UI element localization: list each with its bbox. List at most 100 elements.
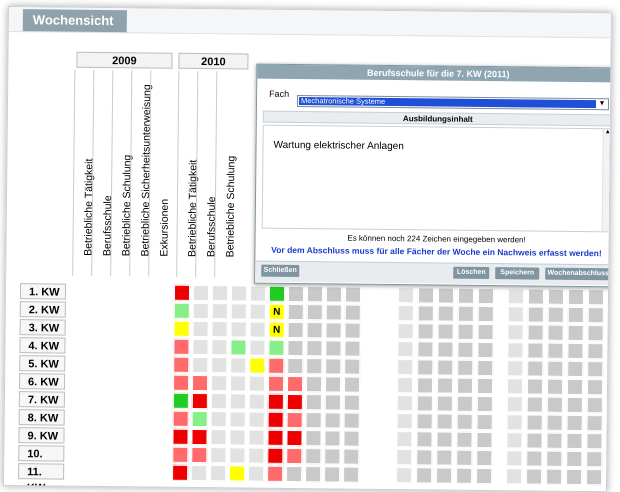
week-cell[interactable] [287, 357, 304, 375]
week-cell[interactable] [248, 375, 266, 392]
week-cell[interactable] [526, 432, 543, 449]
week-cell[interactable] [268, 357, 285, 374]
week-cell[interactable] [547, 288, 565, 305]
week-cell[interactable] [457, 341, 474, 358]
week-cell[interactable] [477, 323, 494, 341]
week-cell[interactable] [324, 448, 341, 465]
week-cell[interactable] [230, 303, 247, 320]
week-cell[interactable] [192, 338, 209, 356]
week-cell[interactable] [173, 338, 190, 355]
week-cell[interactable] [173, 302, 190, 319]
week-cell[interactable] [191, 464, 208, 482]
week-cell[interactable] [547, 342, 564, 359]
week-cell[interactable] [306, 358, 323, 375]
week-cell[interactable] [506, 468, 523, 485]
week-cell[interactable] [210, 429, 227, 446]
week-cell[interactable] [506, 432, 523, 449]
week-cell[interactable] [477, 305, 494, 323]
week-cell[interactable] [586, 433, 603, 450]
week-cell[interactable] [437, 305, 454, 322]
week-cell[interactable] [416, 395, 433, 412]
week-cell[interactable] [211, 321, 228, 338]
week-cell[interactable] [417, 305, 434, 322]
week-cell[interactable] [416, 449, 433, 466]
week-cell[interactable] [229, 375, 247, 392]
week-cell[interactable] [325, 322, 342, 339]
week-cell[interactable] [211, 285, 229, 302]
week-cell[interactable]: N [268, 303, 285, 320]
week-cell[interactable] [191, 410, 208, 428]
finish-week-button[interactable]: Wochenabschluss [545, 267, 612, 281]
week-cell[interactable] [287, 321, 304, 339]
week-cell[interactable] [566, 432, 583, 450]
week-label[interactable]: 9. KW [18, 427, 65, 444]
week-cell[interactable] [249, 321, 266, 338]
week-cell[interactable] [397, 359, 414, 376]
week-cell[interactable] [210, 411, 227, 428]
week-cell[interactable] [586, 469, 603, 486]
week-cell[interactable] [546, 414, 563, 431]
week-cell[interactable] [546, 468, 563, 485]
week-cell[interactable] [397, 287, 415, 304]
week-cell[interactable] [230, 357, 247, 374]
week-cell[interactable] [527, 360, 544, 377]
week-cell[interactable] [210, 447, 227, 464]
week-cell[interactable] [477, 359, 494, 377]
week-cell[interactable] [567, 306, 584, 324]
week-cell[interactable] [477, 341, 494, 359]
week-cell[interactable] [396, 413, 413, 430]
week-cell[interactable] [547, 306, 564, 323]
week-cell[interactable] [324, 394, 341, 411]
week-cell[interactable] [437, 359, 454, 376]
week-cell[interactable] [457, 305, 474, 322]
week-cell[interactable] [267, 447, 284, 464]
week-cell[interactable] [586, 415, 603, 432]
week-label[interactable]: 10. KW [18, 445, 65, 476]
week-cell[interactable] [567, 324, 584, 342]
week-cell[interactable] [506, 396, 523, 413]
week-cell[interactable] [305, 466, 322, 483]
week-cell[interactable] [457, 287, 475, 304]
week-cell[interactable] [587, 307, 604, 324]
week-cell[interactable] [211, 357, 228, 374]
week-cell[interactable] [546, 432, 563, 449]
week-cell[interactable] [457, 359, 474, 376]
week-cell[interactable] [229, 447, 246, 464]
week-cell[interactable] [507, 360, 524, 377]
week-cell[interactable] [416, 377, 434, 394]
week-cell[interactable] [567, 342, 584, 360]
week-cell[interactable] [436, 395, 453, 412]
week-cell[interactable] [249, 285, 267, 302]
week-label[interactable]: 11. KW [18, 463, 65, 492]
week-cell[interactable] [456, 467, 473, 484]
week-cell[interactable] [506, 450, 523, 467]
week-cell[interactable] [456, 431, 473, 448]
week-cell[interactable] [267, 429, 284, 446]
week-cell[interactable] [287, 303, 304, 321]
week-cell[interactable] [507, 342, 524, 359]
week-cell[interactable] [456, 377, 474, 394]
week-cell[interactable] [587, 325, 604, 342]
week-cell[interactable] [547, 324, 564, 341]
week-cell[interactable] [267, 411, 284, 428]
week-cell[interactable] [417, 359, 434, 376]
save-button[interactable]: Speichern [495, 267, 540, 280]
week-cell[interactable] [436, 413, 453, 430]
week-cell[interactable]: N [268, 321, 285, 338]
week-cell[interactable] [344, 358, 361, 375]
week-cell[interactable] [286, 375, 304, 393]
week-cell[interactable] [172, 392, 189, 409]
week-cell[interactable] [476, 431, 493, 449]
week-cell[interactable] [267, 375, 285, 392]
week-cell[interactable] [566, 468, 583, 486]
week-cell[interactable] [397, 341, 414, 358]
week-cell[interactable] [210, 465, 227, 482]
week-cell[interactable] [546, 450, 563, 467]
week-cell[interactable] [287, 285, 305, 303]
week-label[interactable]: 8. KW [18, 409, 65, 426]
week-cell[interactable] [305, 430, 322, 447]
week-cell[interactable] [456, 395, 473, 412]
week-cell[interactable] [306, 286, 324, 303]
week-cell[interactable] [229, 411, 246, 428]
week-cell[interactable] [527, 306, 544, 323]
